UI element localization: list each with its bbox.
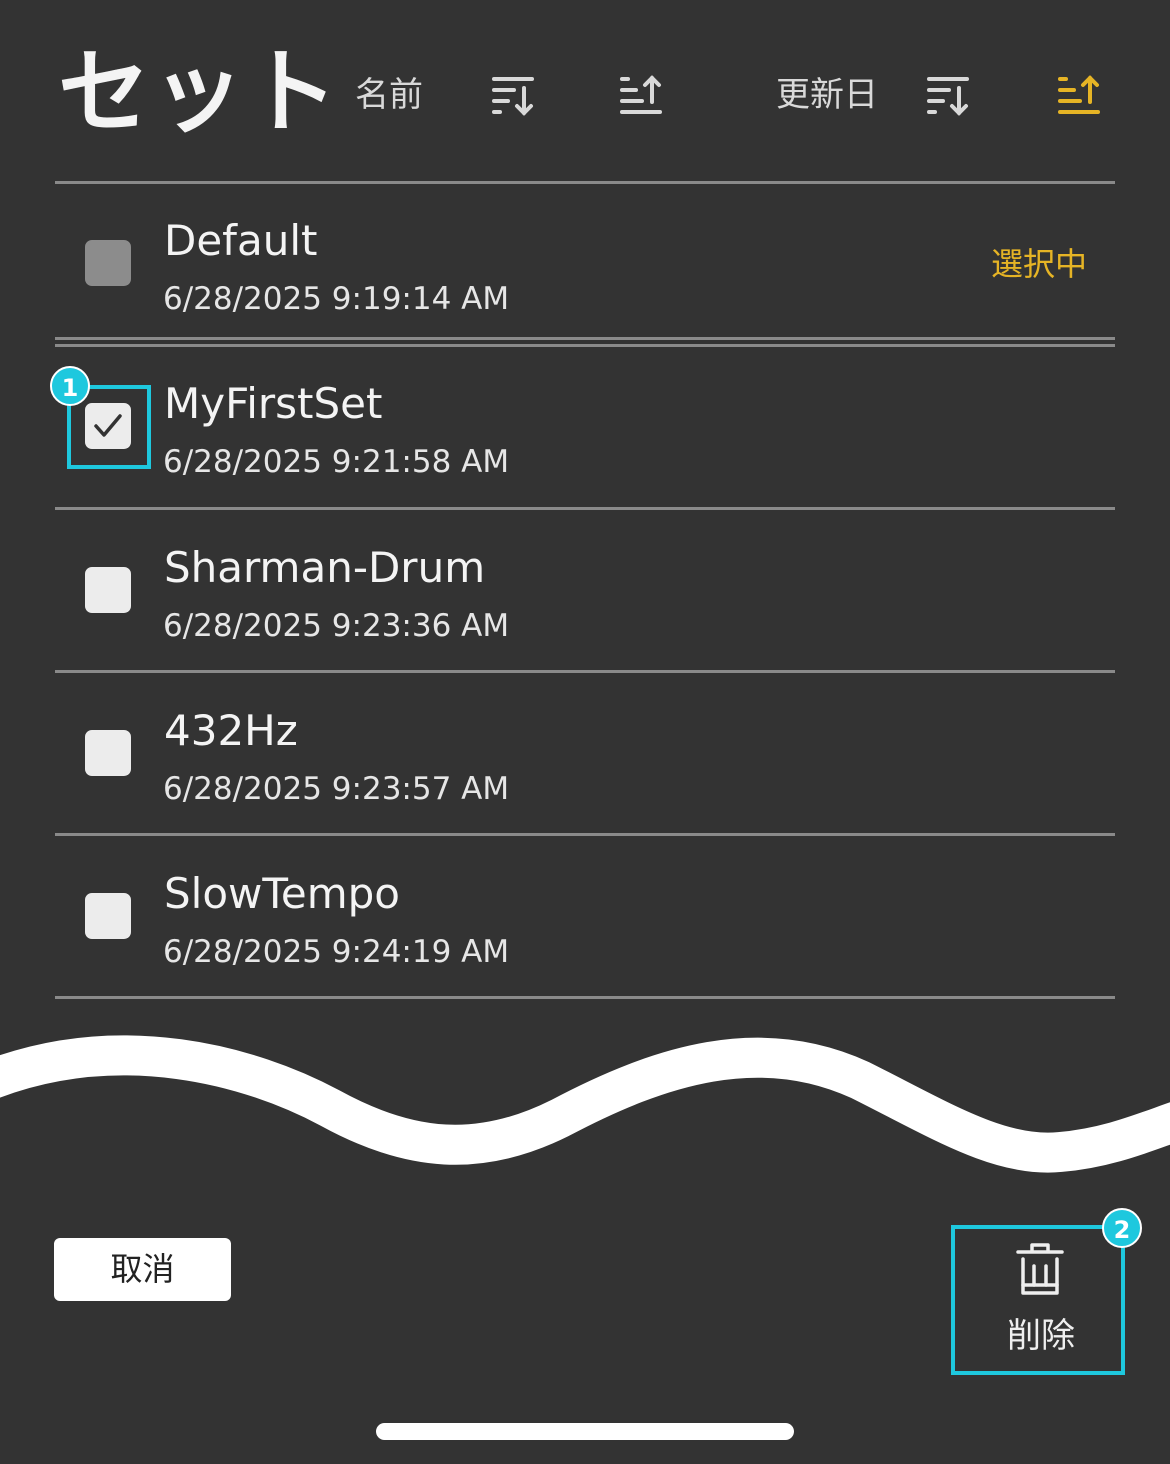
annotation-badge-1: 1 — [50, 366, 90, 406]
list-divider — [55, 833, 1115, 836]
item-date: 6/28/2025 9:19:14 AM — [163, 281, 510, 317]
list-divider — [55, 337, 1115, 340]
cancel-button[interactable]: 取消 — [54, 1238, 231, 1301]
list-item-slowtempo[interactable]: SlowTempo 6/28/2025 9:24:19 AM — [55, 837, 1115, 997]
list-divider — [55, 507, 1115, 510]
list-item-myfirstset[interactable]: MyFirstSet 6/28/2025 9:21:58 AM — [55, 347, 1115, 507]
item-name: SlowTempo — [164, 869, 401, 918]
home-indicator — [376, 1423, 794, 1440]
list-divider — [55, 670, 1115, 673]
item-checkbox[interactable] — [85, 893, 131, 939]
annotation-box-2 — [951, 1225, 1125, 1375]
sort-descending-icon — [927, 77, 969, 116]
sort-date-descending-button[interactable] — [925, 72, 971, 118]
item-name: Sharman-Drum — [164, 543, 486, 592]
sort-ascending-icon — [620, 75, 662, 114]
item-date: 6/28/2025 9:23:36 AM — [163, 608, 510, 644]
item-name: 432Hz — [164, 706, 298, 755]
sort-ascending-icon — [1058, 75, 1100, 114]
current-selection-badge: 選択中 — [990, 245, 1087, 283]
sort-date-ascending-button-active[interactable] — [1056, 72, 1102, 118]
item-name: Default — [164, 216, 318, 265]
sort-name-ascending-button[interactable] — [618, 72, 664, 118]
item-checkbox[interactable] — [85, 730, 131, 776]
item-date: 6/28/2025 9:21:58 AM — [163, 444, 510, 480]
page-title: セット — [58, 39, 341, 146]
sort-name-label: 名前 — [355, 75, 423, 115]
list-item-sharman-drum[interactable]: Sharman-Drum 6/28/2025 9:23:36 AM — [55, 511, 1115, 671]
wave-separator — [0, 1035, 1170, 1173]
list-divider — [55, 996, 1115, 999]
annotation-badge-2: 2 — [1102, 1208, 1142, 1248]
sort-date-label: 更新日 — [776, 75, 878, 115]
item-name: MyFirstSet — [164, 379, 383, 428]
item-checkbox-disabled — [85, 240, 131, 286]
sort-descending-icon — [492, 77, 534, 116]
list-item-432hz[interactable]: 432Hz 6/28/2025 9:23:57 AM — [55, 674, 1115, 834]
sort-name-descending-button[interactable] — [490, 72, 536, 118]
list-item-default[interactable]: Default 6/28/2025 9:19:14 AM 選択中 — [55, 184, 1115, 344]
item-date: 6/28/2025 9:24:19 AM — [163, 934, 510, 970]
item-checkbox[interactable] — [85, 567, 131, 613]
item-date: 6/28/2025 9:23:57 AM — [163, 771, 510, 807]
